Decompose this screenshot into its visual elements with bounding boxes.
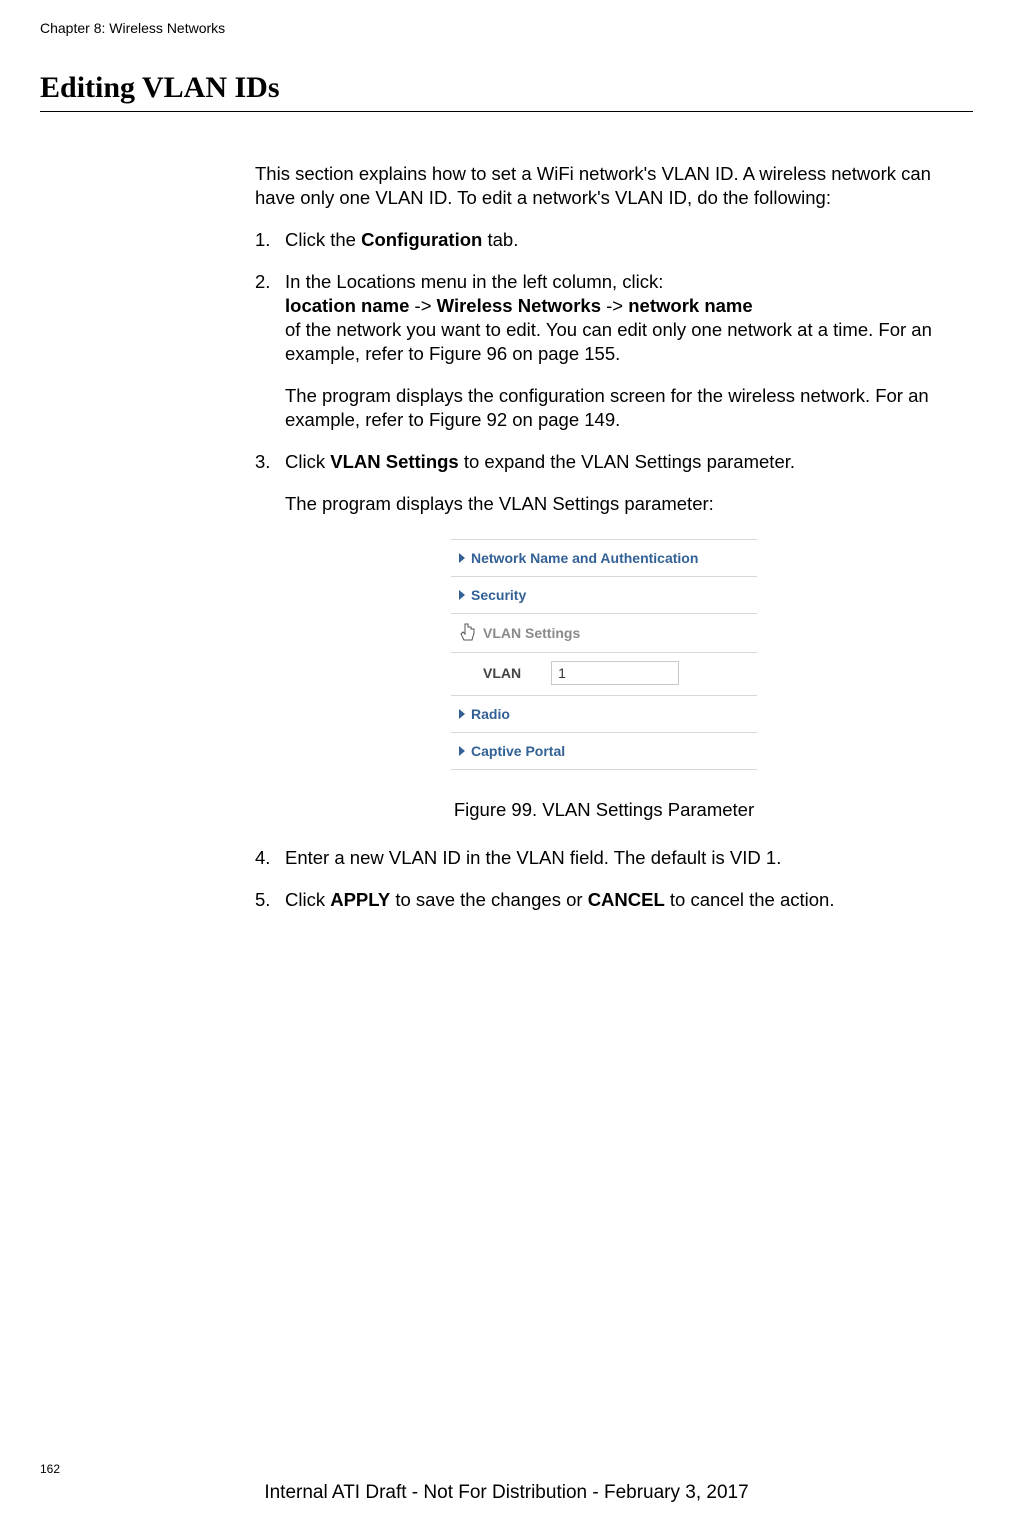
step-body: Click the Configuration tab. xyxy=(285,228,953,252)
panel-label: Network Name and Authentication xyxy=(471,549,698,567)
step-text: Enter a new VLAN ID in the VLAN field. T… xyxy=(285,847,781,868)
page-number: 162 xyxy=(40,1462,60,1476)
step-text: to expand the VLAN Settings parameter. xyxy=(459,451,795,472)
panel-label: Captive Portal xyxy=(471,742,565,760)
panel-item-radio[interactable]: Radio xyxy=(451,696,757,733)
step-body: Enter a new VLAN ID in the VLAN field. T… xyxy=(285,846,953,870)
step-body: Click APPLY to save the changes or CANCE… xyxy=(285,888,953,912)
settings-panel: Network Name and Authentication Security… xyxy=(451,539,757,771)
panel-item-vlan-settings[interactable]: VLAN Settings xyxy=(451,614,757,653)
figure-area: Network Name and Authentication Security… xyxy=(255,539,953,823)
step-text: tab. xyxy=(482,229,518,250)
chevron-right-icon xyxy=(459,746,465,756)
bold-vlan-settings: VLAN Settings xyxy=(330,451,458,472)
panel-label: Radio xyxy=(471,705,510,723)
panel-item-security[interactable]: Security xyxy=(451,577,757,614)
bold-apply: APPLY xyxy=(330,889,390,910)
step-subtext: The program displays the configuration s… xyxy=(285,384,953,432)
vlan-field-label: VLAN xyxy=(483,664,521,682)
bold-network-name: network name xyxy=(628,295,752,316)
step-text: of the network you want to edit. You can… xyxy=(285,319,932,364)
title-rule xyxy=(40,111,973,112)
step-text: In the Locations menu in the left column… xyxy=(285,271,663,292)
content-body: This section explains how to set a WiFi … xyxy=(255,162,953,912)
step-3: 3. Click VLAN Settings to expand the VLA… xyxy=(255,450,953,516)
chevron-right-icon xyxy=(459,590,465,600)
vlan-row: VLAN xyxy=(451,653,757,696)
footer-text: Internal ATI Draft - Not For Distributio… xyxy=(0,1482,1013,1504)
step-text: to save the changes or xyxy=(390,889,587,910)
section-title: Editing VLAN IDs xyxy=(40,71,973,105)
panel-item-network-name-auth[interactable]: Network Name and Authentication xyxy=(451,540,757,577)
step-5: 5. Click APPLY to save the changes or CA… xyxy=(255,888,953,912)
step-4: 4. Enter a new VLAN ID in the VLAN field… xyxy=(255,846,953,870)
figure-caption: Figure 99. VLAN Settings Parameter xyxy=(454,798,754,822)
panel-label: Security xyxy=(471,586,526,604)
arrow-text: -> xyxy=(601,295,628,316)
panel-label: VLAN Settings xyxy=(483,624,580,642)
chapter-header: Chapter 8: Wireless Networks xyxy=(40,20,973,36)
step-number: 1. xyxy=(255,228,285,252)
step-subtext: The program displays the VLAN Settings p… xyxy=(285,492,953,516)
chevron-right-icon xyxy=(459,553,465,563)
step-body: In the Locations menu in the left column… xyxy=(285,270,953,432)
step-text: to cancel the action. xyxy=(665,889,835,910)
panel-item-captive-portal[interactable]: Captive Portal xyxy=(451,733,757,770)
hand-cursor-icon xyxy=(459,623,477,643)
step-text: Click the xyxy=(285,229,361,250)
bold-configuration: Configuration xyxy=(361,229,482,250)
step-number: 3. xyxy=(255,450,285,516)
step-body: Click VLAN Settings to expand the VLAN S… xyxy=(285,450,953,516)
bold-cancel: CANCEL xyxy=(588,889,665,910)
intro-paragraph: This section explains how to set a WiFi … xyxy=(255,162,953,210)
arrow-text: -> xyxy=(409,295,436,316)
step-text: Click xyxy=(285,451,330,472)
step-2: 2. In the Locations menu in the left col… xyxy=(255,270,953,432)
vlan-input[interactable] xyxy=(551,661,679,685)
bold-location-name: location name xyxy=(285,295,409,316)
bold-wireless-networks: Wireless Networks xyxy=(437,295,601,316)
step-number: 5. xyxy=(255,888,285,912)
chevron-right-icon xyxy=(459,709,465,719)
step-1: 1. Click the Configuration tab. xyxy=(255,228,953,252)
step-number: 2. xyxy=(255,270,285,432)
step-text: Click xyxy=(285,889,330,910)
step-number: 4. xyxy=(255,846,285,870)
